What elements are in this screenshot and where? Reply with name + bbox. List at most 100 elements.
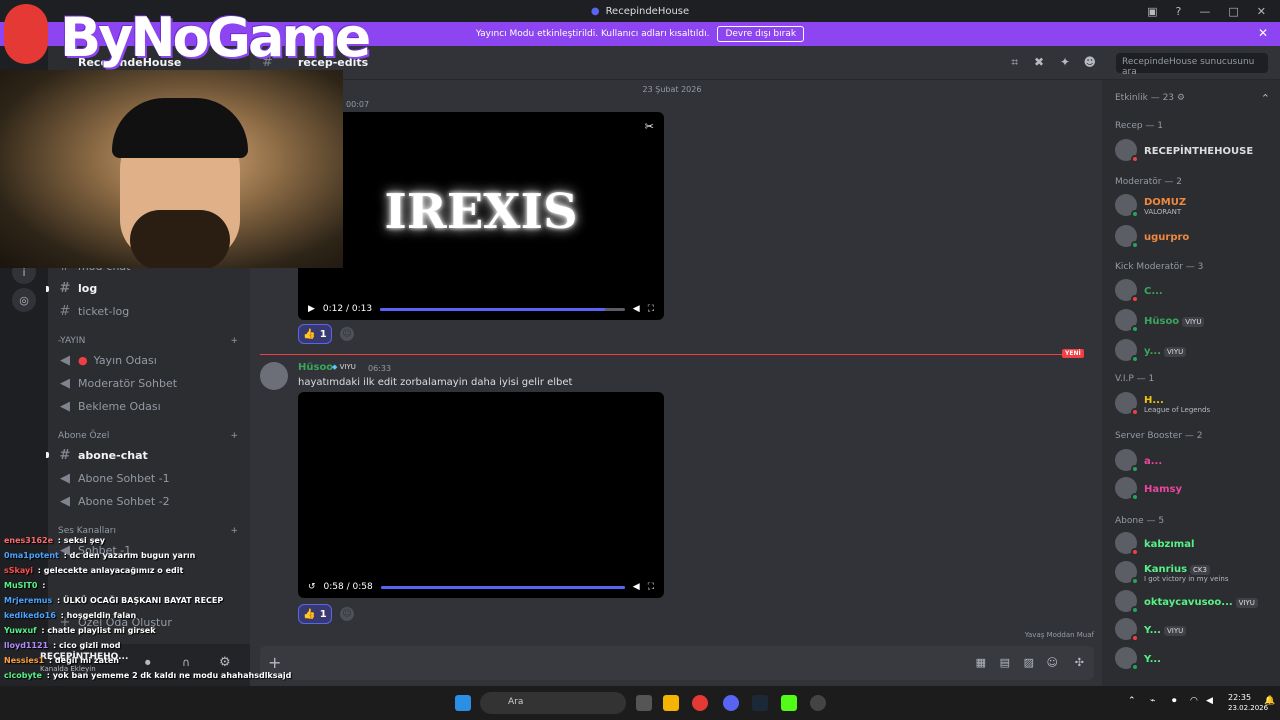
emoji-icon[interactable]: ☺ [1047, 656, 1058, 669]
voice-moderator-sohbet[interactable]: ◀ Moderatör Sohbet [58, 374, 177, 392]
member-row[interactable]: Kanrius CK3 I got victory in my veins [1115, 560, 1228, 585]
mic-tray-icon[interactable]: ⏺ [1172, 696, 1177, 706]
network-icon[interactable]: ⌁ [1150, 696, 1155, 706]
stream-chat-separator: : [46, 656, 55, 665]
voice-yayin-odasi[interactable]: ◀ ● Yayın Odası [58, 351, 157, 369]
stream-chat-separator: : [39, 581, 46, 590]
gift-icon[interactable]: ▦ [976, 656, 986, 669]
stream-chat-user: 0ma1potent [4, 551, 59, 560]
search-input[interactable]: RecepindeHouse sunucusunu ara [1116, 53, 1268, 77]
tray-chevron-icon[interactable]: ⌃ [1128, 696, 1136, 706]
hash-icon: # [59, 447, 71, 463]
category-abone[interactable]: Abone Özel + [58, 431, 238, 441]
channel-log[interactable]: # log [58, 279, 98, 297]
member-row[interactable]: oktaycavusoo... VIYU [1115, 589, 1258, 614]
discord-taskbar-icon[interactable] [723, 695, 739, 711]
webcam-overlay [0, 70, 343, 268]
play-icon[interactable]: ▶ [308, 304, 315, 314]
disable-streamer-mode-button[interactable]: Devre dışı bırak [717, 26, 805, 42]
pen-logo-icon [4, 4, 48, 64]
voice-abone-sohbet-1[interactable]: ◀ Abone Sohbet -1 [58, 469, 170, 487]
volume-icon[interactable]: ◀ [633, 582, 640, 592]
close-icon[interactable]: ✕ [1258, 26, 1268, 40]
member-activity: VALORANT [1144, 207, 1182, 216]
steam-icon[interactable] [752, 695, 768, 711]
video-progress[interactable] [380, 585, 625, 589]
volume-tray-icon[interactable]: ◀ [1206, 696, 1213, 706]
stream-chat-separator: : [57, 611, 67, 620]
sticker-icon[interactable]: ▨ [1024, 656, 1034, 669]
voice-abone-sohbet-2[interactable]: ◀ Abone Sohbet -2 [58, 492, 170, 510]
member-row[interactable]: Y... VIYU [1115, 617, 1187, 642]
message-composer[interactable]: + ▦ ▤ ▨ ☺ ✣ [260, 646, 1094, 680]
pin-icon[interactable]: ✦ [1060, 55, 1070, 69]
member-row[interactable]: Hüsoo VIYU [1115, 308, 1205, 333]
add-reaction-icon[interactable]: ☺ [340, 607, 354, 621]
obs-icon[interactable] [810, 695, 826, 711]
channel-label: Abone Sohbet -2 [78, 494, 170, 508]
reaction-thumbs-up[interactable]: 👍 1 [298, 604, 332, 624]
help-icon[interactable]: ? [1176, 5, 1182, 18]
video-player[interactable]: IREXIS ✂ ▶ 0:12 / 0:13 ◀ ⛶ [298, 112, 664, 320]
gif-icon[interactable]: ▤ [1000, 656, 1010, 669]
add-channel-icon[interactable]: + [230, 336, 238, 346]
replay-icon[interactable]: ↺ [308, 582, 316, 592]
file-explorer-icon[interactable] [663, 695, 679, 711]
channel-abone-chat[interactable]: # abone-chat [58, 446, 148, 464]
member-row[interactable]: ugurpro [1115, 224, 1189, 249]
windows-start-icon[interactable] [455, 695, 471, 711]
voice-bekleme-odasi[interactable]: ◀ Bekleme Odası [58, 397, 161, 415]
close-button[interactable]: ✕ [1257, 5, 1266, 18]
chrome-icon[interactable] [692, 695, 708, 711]
member-row[interactable]: kabzımal [1115, 531, 1194, 556]
new-badge: YENİ [1062, 349, 1084, 358]
member-row[interactable]: a... [1115, 448, 1162, 473]
category-yayin[interactable]: -YAYIN + [58, 336, 238, 346]
window-title: RecepindeHouse [605, 5, 690, 17]
apps-icon[interactable]: ✣ [1075, 656, 1084, 669]
kick-icon[interactable] [781, 695, 797, 711]
member-row[interactable]: C... [1115, 278, 1163, 303]
clock-date[interactable]: 23.02.2026 [1228, 704, 1268, 712]
notification-bell-icon[interactable]: 🔔 [1264, 696, 1275, 706]
fullscreen-icon[interactable]: ⛶ [648, 304, 654, 314]
reaction-thumbs-up[interactable]: 👍 1 [298, 324, 332, 344]
status-indicator [1131, 606, 1139, 614]
add-channel-icon[interactable]: + [230, 431, 238, 441]
member-tag: CK3 [1190, 564, 1210, 575]
headphones-image [112, 98, 248, 158]
channel-ticket-log[interactable]: # ticket-log [58, 302, 130, 320]
fullscreen-icon[interactable]: ⛶ [648, 582, 654, 592]
avatar[interactable] [260, 362, 288, 390]
stream-chat-line: Mrjeremus : ÜLKÜ OCAĞI BAŞKANI BAYAT REC… [4, 596, 223, 605]
mute-icon[interactable]: ✖ [1034, 55, 1044, 69]
members-icon[interactable]: ☻ [1083, 55, 1096, 69]
member-row[interactable]: Y... [1115, 646, 1161, 671]
attach-plus-icon[interactable]: + [268, 653, 281, 672]
avatar [1115, 194, 1139, 218]
channel-label: log [78, 281, 98, 295]
threads-icon[interactable]: ⌗ [1011, 55, 1018, 70]
volume-icon[interactable]: ◀ [633, 304, 640, 314]
video-progress[interactable] [380, 307, 625, 311]
message-author[interactable]: Hüsoo [298, 362, 333, 373]
video-player[interactable]: ↺ 0:58 / 0:58 ◀ ⛶ [298, 392, 664, 598]
discover-icon[interactable]: ◎ [12, 288, 36, 312]
chevron-up-icon[interactable]: ⌃ [1261, 92, 1270, 105]
wifi-icon[interactable]: ◠ [1190, 696, 1198, 706]
member-row[interactable]: H... League of Legends [1115, 391, 1210, 416]
member-row[interactable]: y... VIYU [1115, 338, 1187, 363]
member-row[interactable]: DOMUZ VALORANT [1115, 193, 1186, 218]
status-indicator [1131, 210, 1139, 218]
taskbar-search[interactable]: Ara [480, 692, 626, 714]
inbox-icon[interactable]: ▣ [1147, 5, 1157, 18]
member-row[interactable]: RECEPİNTHEHOUSE [1115, 138, 1253, 163]
add-reaction-icon[interactable]: ☺ [340, 327, 354, 341]
speaker-icon: ◀ [60, 375, 70, 391]
minimize-button[interactable]: — [1199, 5, 1210, 18]
clock-time[interactable]: 22:35 [1228, 693, 1251, 702]
maximize-button[interactable]: □ [1228, 5, 1238, 18]
member-row[interactable]: Hamsy [1115, 476, 1182, 501]
task-view-icon[interactable] [636, 695, 652, 711]
stream-chat-user: Yuwxuf [4, 626, 37, 635]
